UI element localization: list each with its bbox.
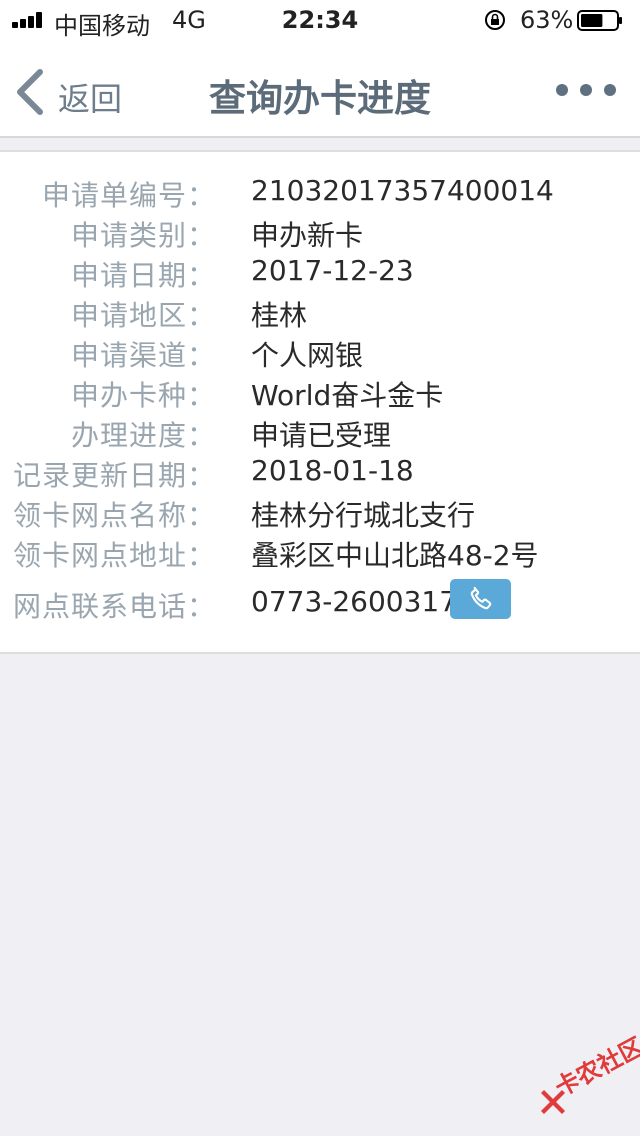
detail-label: 申请日期：	[70, 259, 216, 292]
phone-icon	[470, 586, 492, 610]
detail-row-update-date: 记录更新日期： 2018-01-18	[0, 454, 640, 494]
call-button[interactable]	[450, 579, 511, 619]
more-options-button[interactable]	[556, 80, 618, 100]
detail-value: 申办新卡	[251, 219, 364, 252]
detail-row-progress: 办理进度： 申请已受理	[0, 414, 640, 454]
detail-value: 21032017357400014	[251, 174, 554, 207]
watermark-logo: 卡农社区	[536, 1032, 640, 1116]
detail-value: 2018-01-18	[251, 454, 414, 487]
detail-row-branch-phone: 网点联系电话： 0773-2600317	[0, 579, 640, 625]
detail-row-application-region: 申请地区： 桂林	[0, 294, 640, 334]
detail-row-application-type: 申请类别： 申办新卡	[0, 214, 640, 254]
status-bar: 中国移动 4G 22:34 63%	[0, 0, 640, 40]
phone-number[interactable]: 0773-2600317	[251, 585, 457, 618]
detail-label: 网点联系电话：	[12, 590, 216, 623]
detail-value: 桂林分行城北支行	[251, 499, 476, 532]
detail-value: World奋斗金卡	[251, 379, 444, 412]
detail-label: 申请单编号：	[41, 179, 216, 212]
detail-label: 记录更新日期：	[12, 459, 216, 492]
detail-row-application-date: 申请日期： 2017-12-23	[0, 254, 640, 294]
detail-label: 领卡网点地址：	[12, 539, 216, 572]
watermark-text: 卡农社区	[550, 1032, 640, 1103]
detail-label: 申请类别：	[70, 219, 216, 252]
detail-label: 申办卡种：	[70, 379, 216, 412]
battery-percent: 63%	[520, 6, 574, 34]
detail-row-card-type: 申办卡种： World奋斗金卡	[0, 374, 640, 414]
detail-value: 桂林	[251, 299, 308, 332]
detail-row-application-number: 申请单编号： 21032017357400014	[0, 174, 640, 214]
detail-label: 办理进度：	[70, 419, 216, 452]
detail-row-branch-name: 领卡网点名称： 桂林分行城北支行	[0, 494, 640, 534]
battery-icon	[577, 10, 622, 31]
more-dots-icon	[556, 84, 568, 96]
detail-row-branch-address: 领卡网点地址： 叠彩区中山北路48-2号	[0, 534, 640, 574]
detail-label: 领卡网点名称：	[12, 499, 216, 532]
detail-value: 2017-12-23	[251, 254, 414, 287]
detail-value: 叠彩区中山北路48-2号	[251, 539, 539, 572]
detail-value: 个人网银	[251, 339, 364, 372]
detail-label: 申请渠道：	[70, 339, 216, 372]
navigation-bar: 返回 查询办卡进度	[0, 40, 640, 138]
detail-value: 申请已受理	[251, 419, 392, 452]
application-details-card: 申请单编号： 21032017357400014 申请类别： 申办新卡 申请日期…	[0, 150, 640, 654]
page-title: 查询办卡进度	[209, 77, 431, 120]
detail-label: 申请地区：	[70, 299, 216, 332]
rotation-lock-icon	[485, 10, 505, 30]
detail-row-application-channel: 申请渠道： 个人网银	[0, 334, 640, 374]
